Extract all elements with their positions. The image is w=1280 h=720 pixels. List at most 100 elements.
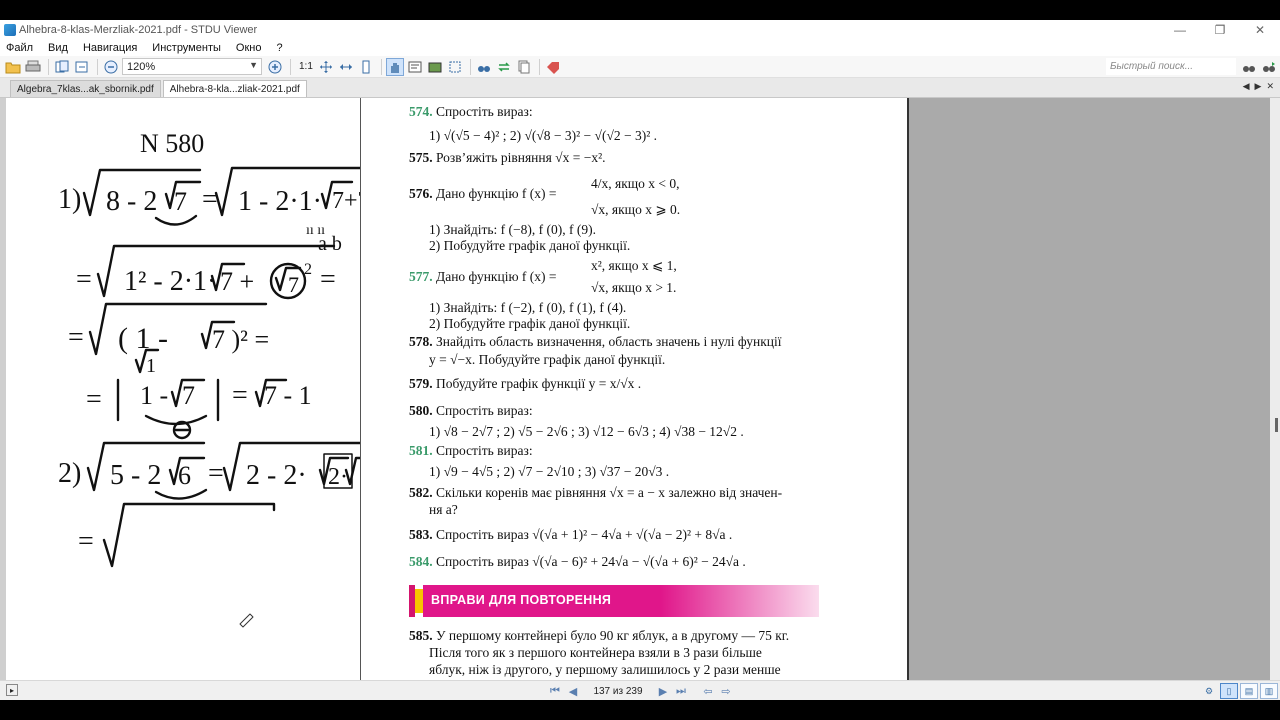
- actual-size-button[interactable]: 1:1: [299, 61, 313, 72]
- app-icon: [4, 24, 16, 36]
- section-banner: ВПРАВИ ДЛЯ ПОВТОРЕННЯ: [409, 585, 819, 617]
- sync-arrows-icon[interactable]: [495, 58, 513, 76]
- menu-tools[interactable]: Инструменты: [152, 42, 221, 54]
- handwritten-expr-1b: 7: [174, 187, 187, 216]
- exercise-number: 575.: [409, 150, 433, 165]
- tab-alhebra-8-klas[interactable]: Alhebra-8-kla...zliak-2021.pdf: [162, 80, 307, 97]
- scrollbar-thumb[interactable]: [1275, 418, 1278, 432]
- exercise-579: 579. Побудуйте графік функції y = x/√x .: [409, 376, 641, 392]
- handwritten-expr-3a: ( 1 -: [118, 322, 168, 355]
- facing-view-icon[interactable]: ▥: [1260, 683, 1278, 699]
- window-controls: — ❐ ✕: [1160, 20, 1280, 40]
- menu-window[interactable]: Окно: [236, 42, 262, 54]
- handwritten-expr-4c: =: [232, 380, 248, 411]
- bookmark-icon[interactable]: [544, 58, 562, 76]
- window-title: Alhebra-8-klas-Merzliak-2021.pdf - STDU …: [19, 24, 258, 36]
- page-indicator[interactable]: 137 из 239: [588, 683, 648, 699]
- handwritten-step-label-1: 1): [58, 184, 81, 215]
- menu-view[interactable]: Вид: [48, 42, 68, 54]
- fit-height-icon[interactable]: [357, 58, 375, 76]
- exercise-580: 580. Спростіть вираз:: [409, 403, 533, 419]
- exercise-585-line3: яблук, ніж із другого, у першому залишил…: [429, 662, 781, 677]
- first-page-icon[interactable]: ⏮: [547, 683, 563, 699]
- continuous-view-icon[interactable]: ▤: [1240, 683, 1258, 699]
- handwritten-equals-5: =: [208, 458, 224, 489]
- export-icon[interactable]: [73, 58, 91, 76]
- search-next-icon[interactable]: [1260, 58, 1278, 76]
- exercise-number: 582.: [409, 485, 433, 500]
- exercise-text: Спростіть вираз:: [436, 443, 533, 458]
- tab-next-icon[interactable]: ▶: [1255, 81, 1262, 92]
- print-icon[interactable]: [24, 58, 42, 76]
- handwritten-expr-4a: 1 -: [140, 381, 168, 410]
- hand-tool-icon[interactable]: [385, 57, 404, 76]
- exercise-578: 578. Знайдіть область визначення, област…: [409, 334, 782, 350]
- text-select-icon[interactable]: [406, 58, 424, 76]
- exercise-578-line2: y = √−x. Побудуйте графік даної функції.: [429, 352, 666, 367]
- exercise-number: 579.: [409, 376, 433, 391]
- banner-accent: [415, 589, 423, 613]
- pages-icon[interactable]: [515, 58, 533, 76]
- exercise-584: 584. Спростіть вираз √(√a − 6)² + 24√a −…: [409, 554, 746, 570]
- vertical-scrollbar[interactable]: [1270, 98, 1280, 680]
- tab-prev-icon[interactable]: ◀: [1243, 81, 1250, 92]
- exercise-585: 585. У першому контейнері було 90 кг ябл…: [409, 628, 789, 644]
- find-icon[interactable]: [475, 58, 493, 76]
- search-tools: [1240, 58, 1280, 76]
- status-bar: ▸ ⏮ ◀ 137 из 239 ▶ ⏭ ⇦ ⇨ ⚙ ▯ ▤ ▥ ▦: [0, 680, 1280, 700]
- settings-gear-icon[interactable]: ⚙: [1200, 683, 1218, 699]
- snapshot-icon[interactable]: [426, 58, 444, 76]
- next-page-icon[interactable]: ▶: [655, 683, 671, 699]
- menu-bar: Файл Вид Навигация Инструменты Окно ?: [0, 40, 1280, 56]
- menu-navigation[interactable]: Навигация: [83, 42, 137, 54]
- exercise-text: Спростіть вираз:: [436, 403, 533, 418]
- exercise-number: 580.: [409, 403, 433, 418]
- page-navigation: ⏮ ◀ 137 из 239 ▶ ⏭ ⇦ ⇨: [546, 683, 735, 699]
- exercise-583: 583. Спростіть вираз √(√a + 1)² − 4√a + …: [409, 527, 732, 543]
- handwritten-expr-3b: 7 )² =: [212, 325, 269, 354]
- exercise-577-item1: 1) Знайдіть: f (−2), f (0), f (1), f (4)…: [429, 300, 627, 315]
- zoom-select[interactable]: 120% ▼: [122, 58, 262, 75]
- copy-page-icon[interactable]: [53, 58, 71, 76]
- handwritten-expr-2b: 7 +: [220, 267, 254, 296]
- pdf-page[interactable]: 574. Спростіть вираз: 1) √(√5 − 4)² ; 2)…: [360, 98, 909, 680]
- minimize-button[interactable]: —: [1160, 20, 1200, 40]
- back-icon[interactable]: ⇦: [700, 683, 716, 699]
- toolbar-separator: [380, 58, 382, 75]
- exercise-582-line2: ня a?: [429, 502, 458, 517]
- handwritten-a-b-labels: a b: [318, 233, 342, 255]
- chevron-down-icon: ▼: [249, 60, 258, 70]
- document-area[interactable]: N 580 1) 8 - 2 7 = 1 - 2·1· 7+7 ıı ıı a: [0, 98, 1280, 680]
- menu-help[interactable]: ?: [276, 42, 282, 54]
- handwritten-eq-3: =: [68, 322, 84, 353]
- tab-algebra-7klas[interactable]: Algebra_7klas...ak_sbornik.pdf: [10, 80, 161, 97]
- handwritten-expr-1d: 7+7: [332, 188, 360, 214]
- forward-icon[interactable]: ⇨: [718, 683, 734, 699]
- menu-file[interactable]: Файл: [6, 42, 33, 54]
- toolbar-separator: [97, 58, 98, 75]
- exercise-576-case1: 4/x, якщо x < 0,: [591, 176, 680, 191]
- fit-width-icon[interactable]: [337, 58, 355, 76]
- last-page-icon[interactable]: ⏭: [673, 683, 689, 699]
- exercise-577-case2: √x, якщо x > 1.: [591, 280, 677, 295]
- exercise-number: 585.: [409, 628, 433, 643]
- exercise-number: 584.: [409, 554, 433, 569]
- open-folder-icon[interactable]: [4, 58, 22, 76]
- single-page-view-icon[interactable]: ▯: [1220, 683, 1238, 699]
- exercise-text: Розв’яжіть рівняння √x = −x².: [436, 150, 606, 165]
- search-binoculars-icon[interactable]: [1240, 58, 1258, 76]
- quick-search-input[interactable]: Быстрый поиск...: [1106, 58, 1236, 75]
- tab-close-icon[interactable]: ✕: [1266, 81, 1274, 92]
- select-area-icon[interactable]: [446, 58, 464, 76]
- zoom-in-icon[interactable]: [266, 58, 284, 76]
- handwriting-pane[interactable]: N 580 1) 8 - 2 7 = 1 - 2·1· 7+7 ıı ıı a: [6, 98, 422, 680]
- panel-toggle-icon[interactable]: ▸: [6, 684, 18, 696]
- fit-page-icon[interactable]: [317, 58, 335, 76]
- close-button[interactable]: ✕: [1240, 20, 1280, 40]
- handwritten-eq-4: =: [86, 384, 102, 415]
- zoom-out-icon[interactable]: [102, 58, 120, 76]
- exercise-text: Знайдіть область визначення, область зна…: [436, 334, 782, 349]
- handwritten-expr-5b: 6: [178, 461, 191, 490]
- prev-page-icon[interactable]: ◀: [565, 683, 581, 699]
- maximize-button[interactable]: ❐: [1200, 20, 1240, 40]
